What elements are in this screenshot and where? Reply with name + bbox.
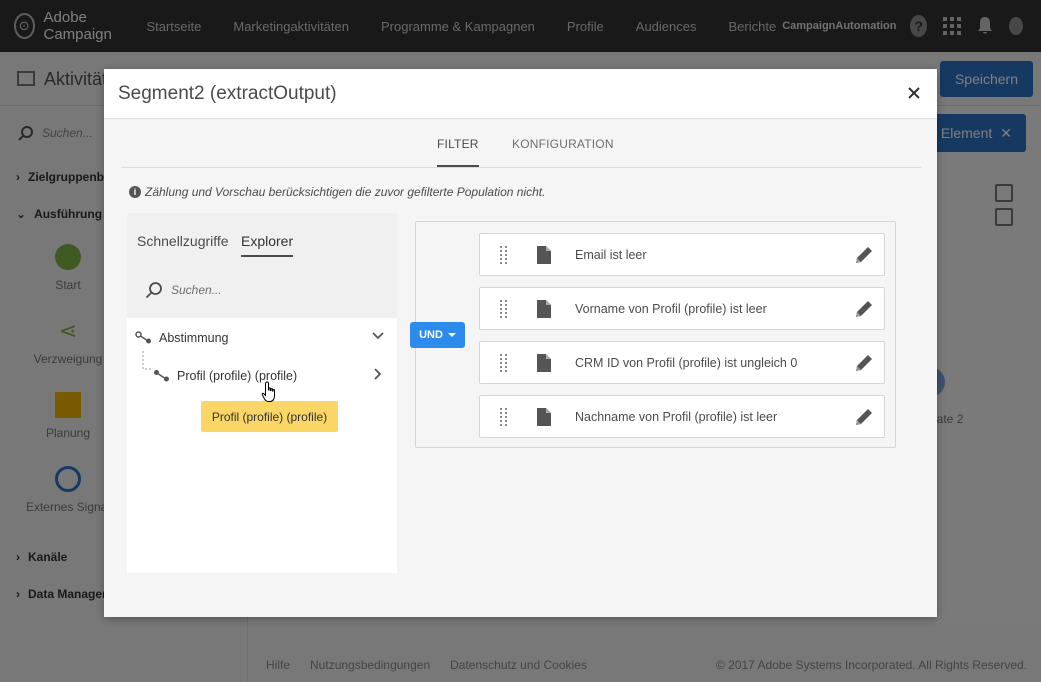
caret-down-icon [447, 333, 456, 337]
pencil-icon[interactable] [854, 353, 874, 373]
pencil-icon[interactable] [854, 407, 874, 427]
pencil-icon[interactable] [854, 245, 874, 265]
explorer-search-placeholder: Suchen... [171, 283, 222, 297]
document-icon [537, 354, 551, 372]
pencil-icon[interactable] [854, 299, 874, 319]
chevron-right-icon[interactable] [371, 367, 385, 381]
tree-node-label: Abstimmung [159, 331, 229, 345]
condition-text: Vorname von Profil (profile) ist leer [575, 302, 767, 316]
condition-text: CRM ID von Profil (profile) ist ungleich… [575, 356, 798, 370]
tooltip: Profil (profile) (profile) [201, 395, 338, 432]
dialog-tabs: FILTER KONFIGURATION [121, 127, 921, 168]
tab-schnellzugriffe[interactable]: Schnellzugriffe [137, 233, 229, 255]
close-icon[interactable] [905, 84, 923, 102]
condition-text: Email ist leer [575, 248, 647, 262]
explorer-header: Schnellzugriffe Explorer Suchen... [127, 213, 397, 318]
document-icon [537, 408, 551, 426]
filter-condition[interactable]: CRM ID von Profil (profile) ist ungleich… [479, 341, 885, 384]
filter-condition[interactable]: Nachname von Profil (profile) ist leer [479, 395, 885, 438]
drag-handle-icon[interactable] [500, 300, 508, 318]
drag-handle-icon[interactable] [500, 246, 508, 264]
filter-condition[interactable]: Email ist leer [479, 233, 885, 276]
drag-handle-icon[interactable] [500, 408, 508, 426]
segment-dialog: Segment2 (extractOutput) FILTER KONFIGUR… [104, 69, 937, 617]
tab-filter[interactable]: FILTER [437, 137, 479, 167]
dialog-title: Segment2 (extractOutput) [118, 83, 337, 104]
chevron-down-icon[interactable] [371, 329, 385, 343]
dialog-header: Segment2 (extractOutput) [104, 69, 937, 119]
tab-explorer[interactable]: Explorer [241, 233, 294, 257]
filter-condition[interactable]: Vorname von Profil (profile) ist leer [479, 287, 885, 330]
operator-dropdown[interactable]: UND [410, 322, 465, 348]
hand-cursor-icon [261, 381, 275, 402]
document-icon [537, 300, 551, 318]
tree-node-abstimmung[interactable]: Abstimmung [127, 323, 397, 353]
search-icon [145, 282, 162, 299]
operator-label: UND [419, 329, 443, 341]
drag-handle-icon[interactable] [500, 354, 508, 372]
tree-connector-icon [142, 351, 153, 370]
info-icon: i [129, 186, 141, 198]
tree-node-label: Profil (profile) (profile) [177, 369, 298, 383]
condition-text: Nachname von Profil (profile) ist leer [575, 410, 778, 424]
explorer-search-input[interactable]: Suchen... [145, 281, 222, 299]
tab-konfiguration[interactable]: KONFIGURATION [512, 137, 614, 165]
link-node-icon [154, 370, 169, 382]
info-message: i Zählung und Vorschau berücksichtigen d… [129, 185, 545, 199]
document-icon [537, 246, 551, 264]
link-node-icon [135, 331, 151, 344]
info-text: Zählung und Vorschau berücksichtigen die… [145, 185, 546, 199]
explorer-panel: Schnellzugriffe Explorer Suchen... Absti… [127, 213, 397, 573]
